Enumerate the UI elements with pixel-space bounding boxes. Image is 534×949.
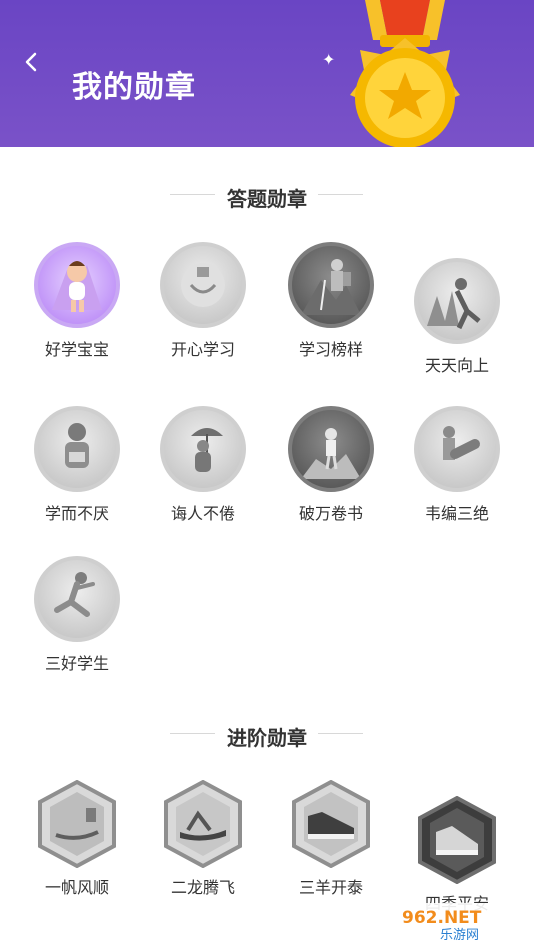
badge-sanyangkaitai[interactable]: 三羊开泰 <box>276 780 386 898</box>
sailing-icon <box>38 780 116 868</box>
badge-label: 学习榜样 <box>298 340 363 359</box>
gold-medal-icon <box>350 0 460 147</box>
sneaker-icon <box>292 780 370 868</box>
header-banner: 我的勋章 ✦ <box>0 0 534 147</box>
section-title-answer: 答题勋章 <box>227 187 307 211</box>
shoe-icon <box>418 796 496 884</box>
kicker-icon <box>414 406 500 492</box>
badge-label: 好学宝宝 <box>44 340 109 359</box>
runner-icon <box>414 258 500 344</box>
svg-text:962.NET: 962.NET <box>402 908 482 928</box>
badge-label: 二龙腾飞 <box>170 878 235 897</box>
chevron-left-icon[interactable] <box>20 50 44 74</box>
baby-icon <box>34 242 120 328</box>
happy-study-icon <box>160 242 246 328</box>
badge-xueerbuyan[interactable]: 学而不厌 <box>22 406 132 524</box>
badge-huirenbujuan[interactable]: 诲人不倦 <box>148 406 258 524</box>
badge-label: 三羊开泰 <box>298 878 363 897</box>
badge-weibiansanjue[interactable]: 韦编三绝 <box>402 406 512 524</box>
badge-label: 破万卷书 <box>298 504 363 523</box>
divider-line <box>318 733 363 734</box>
badge-haoxuebaobao[interactable]: 好学宝宝 <box>22 242 132 360</box>
girl-hill-icon <box>288 406 374 492</box>
jumper-icon <box>34 556 120 642</box>
badge-tiantianxiangshang[interactable]: 天天向上 <box>402 258 512 376</box>
badge-label: 一帆风顺 <box>44 878 109 897</box>
badge-powanjuanshu[interactable]: 破万卷书 <box>276 406 386 524</box>
reader-icon <box>34 406 120 492</box>
badge-erlongtengfei[interactable]: 二龙腾飞 <box>148 780 258 898</box>
badge-label: 三好学生 <box>44 654 109 673</box>
badge-label: 天天向上 <box>424 356 489 375</box>
svg-text:乐游网: 乐游网 <box>440 928 479 943</box>
section-title-advanced: 进阶勋章 <box>227 726 307 750</box>
badge-sanhaoxuesheng[interactable]: 三好学生 <box>22 556 132 674</box>
badge-xuexibangyang[interactable]: 学习榜样 <box>276 242 386 360</box>
badge-label: 学而不厌 <box>44 504 109 523</box>
site-logo-watermark: 962.NET 乐游网 <box>396 903 524 943</box>
badge-sijipingan[interactable]: 四季平安 <box>402 796 512 914</box>
hiker-icon <box>288 242 374 328</box>
page-title: 我的勋章 <box>72 70 196 105</box>
badge-label: 开心学习 <box>170 340 235 359</box>
sandal-icon <box>164 780 242 868</box>
badge-yifanfengshun[interactable]: 一帆风顺 <box>22 780 132 898</box>
badge-kaixinxuexi[interactable]: 开心学习 <box>148 242 258 360</box>
badge-label: 韦编三绝 <box>424 504 489 523</box>
umbrella-person-icon <box>160 406 246 492</box>
divider-line <box>318 194 363 195</box>
badge-label: 诲人不倦 <box>170 504 235 523</box>
